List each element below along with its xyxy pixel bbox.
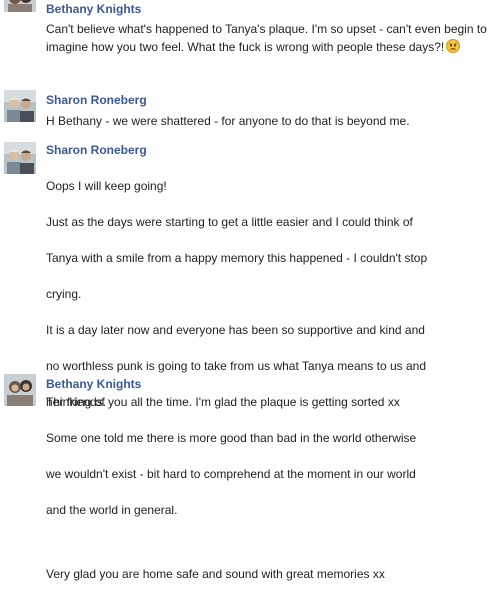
comment-closing-line: Very glad you are home safe and sound wi… — [46, 567, 385, 581]
angry-face-icon — [446, 39, 461, 53]
comment-line: we wouldn't exist - bit hard to comprehe… — [46, 467, 416, 481]
comment-line: and the world in general. — [46, 503, 178, 517]
comment-line: Oops I will keep going! — [46, 179, 167, 193]
comment-line: Tanya with a smile from a happy memory t… — [46, 251, 428, 265]
comment-author-link[interactable]: Bethany Knights — [46, 1, 488, 17]
comment-line: Some one told me there is more good than… — [46, 431, 417, 445]
avatar-sharon-roneberg[interactable] — [4, 90, 36, 122]
comment-line: crying. — [46, 287, 82, 301]
avatar-bethany-knights[interactable] — [4, 0, 36, 12]
avatar-sharon-roneberg[interactable] — [4, 142, 36, 174]
comment-line: no worthless punk is going to take from … — [46, 359, 426, 373]
comment-author-link[interactable]: Bethany Knights — [46, 376, 488, 392]
comment-4: Bethany Knights Thinking of you all the … — [0, 374, 492, 414]
comment-text-content: Can't believe what's happened to Tanya's… — [46, 22, 487, 54]
comment-text: H Bethany - we were shattered - for anyo… — [46, 114, 410, 128]
comment-line: Just as the days were starting to get a … — [46, 215, 413, 229]
avatar-bethany-knights[interactable] — [4, 374, 36, 406]
comment-author-link[interactable]: Sharon Roneberg — [46, 142, 488, 158]
comment-text: Can't believe what's happened to Tanya's… — [46, 20, 488, 56]
comment-author-link[interactable]: Sharon Roneberg — [46, 92, 488, 108]
comment-2: Sharon Roneberg H Bethany - we were shat… — [0, 90, 492, 136]
comment-3: Sharon Roneberg Oops I will keep going! … — [0, 142, 492, 581]
comment-1: Bethany Knights Can't believe what's hap… — [0, 0, 492, 76]
comment-text: Thinking of you all the time. I'm glad t… — [46, 395, 400, 409]
comment-line: It is a day later now and everyone has b… — [46, 323, 425, 337]
